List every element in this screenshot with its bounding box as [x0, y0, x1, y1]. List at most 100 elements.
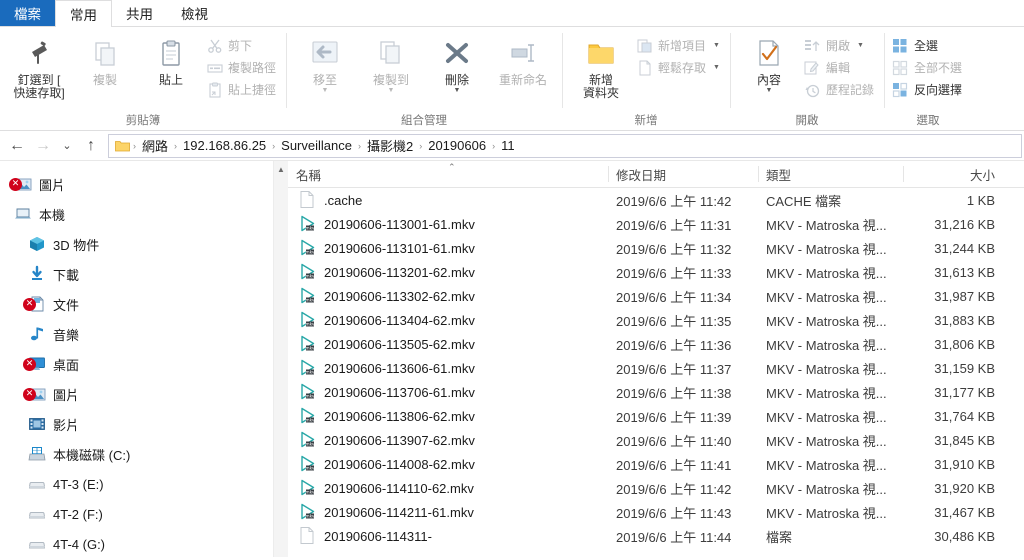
up-button[interactable]: ↑	[78, 133, 104, 159]
cell-name[interactable]: mkv 20190606-114211-61.mkv	[288, 503, 608, 521]
sidebar-item-0[interactable]: ✕ 圖片	[0, 169, 288, 199]
breadcrumb-item[interactable]: 192.168.86.25	[179, 138, 270, 153]
table-row[interactable]: mkv 20190606-113302-62.mkv 2019/6/6 上午 1…	[288, 284, 1024, 308]
chevron-down-icon[interactable]: ▼	[322, 87, 329, 94]
sidebar-item-8[interactable]: 影片	[0, 409, 288, 439]
cell-name[interactable]: mkv 20190606-113706-61.mkv	[288, 383, 608, 401]
new-folder-button[interactable]: 新增 資料夾	[568, 31, 634, 100]
chevron-down-icon[interactable]: ▼	[766, 87, 773, 94]
chevron-down-icon[interactable]: ▼	[713, 64, 720, 71]
tab-3[interactable]: 檢視	[167, 0, 222, 26]
table-row[interactable]: 20190606-114311- 2019/6/6 上午 11:44 檔案 30…	[288, 524, 1024, 548]
easy-access-button[interactable]: 輕鬆存取 ▼	[634, 58, 724, 77]
table-row[interactable]: mkv 20190606-113606-61.mkv 2019/6/6 上午 1…	[288, 356, 1024, 380]
properties-button[interactable]: 內容 ▼	[736, 31, 802, 94]
table-row[interactable]: mkv 20190606-114211-61.mkv 2019/6/6 上午 1…	[288, 500, 1024, 524]
history-button[interactable]: 歷程記錄	[802, 80, 878, 99]
breadcrumb-separator[interactable]: ›	[357, 141, 362, 151]
move-to-button[interactable]: 移至 ▼	[292, 31, 358, 94]
sidebar-item-3[interactable]: 下載	[0, 259, 288, 289]
paste-shortcut-button[interactable]: 貼上捷徑	[204, 80, 280, 99]
copy-button[interactable]: 複製	[72, 31, 138, 87]
breadcrumb[interactable]: › 網路 › 192.168.86.25 › Surveillance › 攝影機2 › 201…	[108, 133, 1022, 158]
cell-name[interactable]: mkv 20190606-113907-62.mkv	[288, 431, 608, 449]
table-row[interactable]: mkv 20190606-113201-62.mkv 2019/6/6 上午 1…	[288, 260, 1024, 284]
cell-name[interactable]: mkv 20190606-114008-62.mkv	[288, 455, 608, 473]
chevron-down-icon[interactable]: ▼	[857, 42, 864, 49]
folder-icon	[113, 137, 131, 155]
sidebar-item-10[interactable]: 4T-3 (E:)	[0, 469, 288, 499]
open-button[interactable]: 開啟 ▼	[802, 36, 878, 55]
pictures-icon: ✕	[9, 175, 32, 193]
breadcrumb-separator[interactable]: ›	[491, 141, 496, 151]
table-row[interactable]: mkv 20190606-113101-61.mkv 2019/6/6 上午 1…	[288, 236, 1024, 260]
breadcrumb-item[interactable]: 20190606	[424, 138, 490, 153]
cell-name[interactable]: mkv 20190606-113404-62.mkv	[288, 311, 608, 329]
copy-to-button[interactable]: 複製到 ▼	[358, 31, 424, 94]
cell-name[interactable]: mkv 20190606-113302-62.mkv	[288, 287, 608, 305]
column-header-name[interactable]: 名稱 ⌃	[288, 161, 608, 187]
scissors-button[interactable]: 剪下	[204, 36, 280, 55]
breadcrumb-item[interactable]: 網路	[138, 136, 172, 155]
edit-button[interactable]: 編輯	[802, 58, 878, 77]
sidebar-item-4[interactable]: ✕ 文件	[0, 289, 288, 319]
scroll-up-icon[interactable]: ▲	[274, 161, 288, 177]
copy-path-button[interactable]: 複製路徑	[204, 58, 280, 77]
table-row[interactable]: mkv 20190606-114008-62.mkv 2019/6/6 上午 1…	[288, 452, 1024, 476]
sidebar-item-11[interactable]: 4T-2 (F:)	[0, 499, 288, 529]
column-header-size[interactable]: 大小	[903, 161, 1003, 187]
chevron-down-icon[interactable]: ▼	[713, 42, 720, 49]
back-button[interactable]: ←	[4, 133, 30, 159]
cell-name[interactable]: mkv 20190606-113001-61.mkv	[288, 215, 608, 233]
table-row[interactable]: .cache 2019/6/6 上午 11:42 CACHE 檔案 1 KB	[288, 188, 1024, 212]
cell-name[interactable]: mkv 20190606-113606-61.mkv	[288, 359, 608, 377]
breadcrumb-separator[interactable]: ›	[418, 141, 423, 151]
cell-name[interactable]: mkv 20190606-113201-62.mkv	[288, 263, 608, 281]
breadcrumb-separator[interactable]: ›	[271, 141, 276, 151]
breadcrumb-separator[interactable]: ›	[173, 141, 178, 151]
table-row[interactable]: mkv 20190606-113706-61.mkv 2019/6/6 上午 1…	[288, 380, 1024, 404]
breadcrumb-item[interactable]: Surveillance	[277, 138, 356, 153]
new-item-button[interactable]: 新增項目 ▼	[634, 36, 724, 55]
table-row[interactable]: mkv 20190606-114110-62.mkv 2019/6/6 上午 1…	[288, 476, 1024, 500]
column-header-date[interactable]: 修改日期	[608, 161, 758, 187]
rename-button[interactable]: 重新命名	[490, 31, 556, 87]
cell-name[interactable]: mkv 20190606-113101-61.mkv	[288, 239, 608, 257]
table-row[interactable]: mkv 20190606-113404-62.mkv 2019/6/6 上午 1…	[288, 308, 1024, 332]
table-row[interactable]: mkv 20190606-113806-62.mkv 2019/6/6 上午 1…	[288, 404, 1024, 428]
select-none-button[interactable]: 全部不選	[890, 58, 966, 77]
chevron-down-icon[interactable]: ▼	[388, 87, 395, 94]
column-header-type[interactable]: 類型	[758, 161, 903, 187]
cell-name[interactable]: mkv 20190606-114110-62.mkv	[288, 479, 608, 497]
table-row[interactable]: mkv 20190606-113001-61.mkv 2019/6/6 上午 1…	[288, 212, 1024, 236]
sidebar-item-6[interactable]: ✕ 桌面	[0, 349, 288, 379]
tab-2[interactable]: 共用	[112, 0, 167, 26]
sidebar-item-7[interactable]: ✕ 圖片	[0, 379, 288, 409]
sidebar-item-2[interactable]: 3D 物件	[0, 229, 288, 259]
sidebar-item-1[interactable]: 本機	[0, 199, 288, 229]
invert-selection-button[interactable]: 反向選擇	[890, 80, 966, 99]
chevron-down-icon[interactable]: ▼	[454, 87, 461, 94]
forward-button[interactable]: →	[30, 133, 56, 159]
cell-size: 31,764 KB	[934, 408, 995, 424]
cell-name[interactable]: mkv 20190606-113806-62.mkv	[288, 407, 608, 425]
recent-locations-button[interactable]: ⌄	[56, 133, 78, 159]
breadcrumb-item[interactable]: 攝影機2	[363, 136, 417, 155]
navigation-scrollbar[interactable]: ▲	[273, 161, 288, 557]
breadcrumb-item[interactable]: 11	[497, 138, 519, 153]
sidebar-item-12[interactable]: 4T-4 (G:)	[0, 529, 288, 557]
table-row[interactable]: mkv 20190606-113505-62.mkv 2019/6/6 上午 1…	[288, 332, 1024, 356]
cell-name[interactable]: mkv 20190606-113505-62.mkv	[288, 335, 608, 353]
pin-button[interactable]: 釘選到 [ 快速存取]	[6, 31, 72, 100]
cell-name[interactable]: .cache	[288, 191, 608, 209]
downloads-icon	[28, 265, 46, 283]
table-row[interactable]: mkv 20190606-113907-62.mkv 2019/6/6 上午 1…	[288, 428, 1024, 452]
tab-1[interactable]: 常用	[55, 0, 112, 27]
select-all-button[interactable]: 全選	[890, 36, 966, 55]
delete-button[interactable]: 刪除 ▼	[424, 31, 490, 94]
cell-name[interactable]: 20190606-114311-	[288, 527, 608, 545]
sidebar-item-9[interactable]: 本機磁碟 (C:)	[0, 439, 288, 469]
sidebar-item-5[interactable]: 音樂	[0, 319, 288, 349]
tab-file[interactable]: 檔案	[0, 0, 55, 26]
paste-button[interactable]: 貼上	[138, 31, 204, 87]
